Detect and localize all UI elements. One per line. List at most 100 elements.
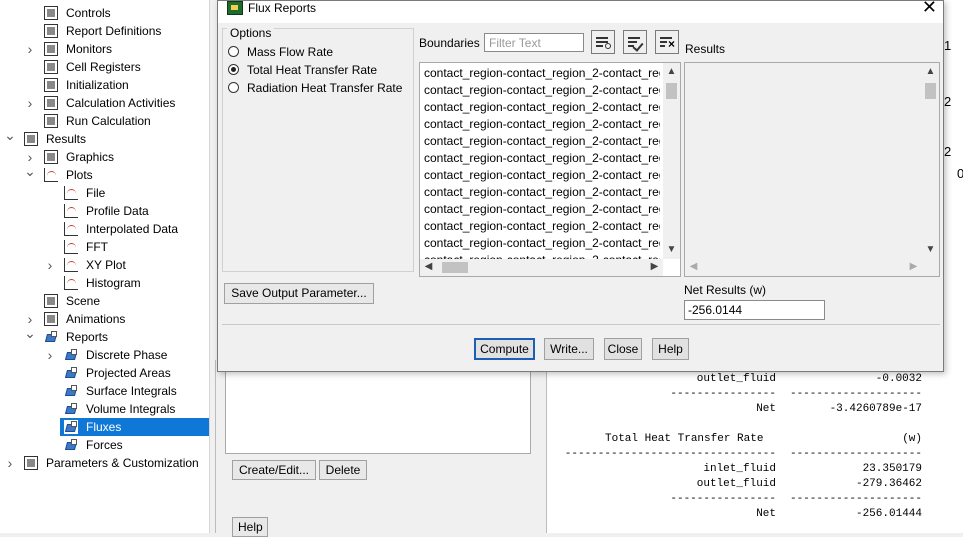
plot-histogram-icon: [64, 276, 78, 290]
help-button[interactable]: Help: [652, 338, 689, 360]
scroll-thumb[interactable]: [442, 262, 468, 273]
close-button[interactable]: Close: [604, 338, 642, 360]
chevron-right-icon[interactable]: ›: [44, 256, 56, 274]
boundary-list-item[interactable]: contact_region-contact_region_2-contact_…: [424, 167, 660, 184]
calculation-activities-icon: [44, 96, 58, 110]
scroll-right-icon[interactable]: ▶: [646, 261, 663, 272]
chevron-down-icon[interactable]: ⌄: [4, 126, 16, 144]
tree-item-cell-registers[interactable]: Cell Registers: [0, 58, 209, 76]
boundaries-label: Boundaries: [419, 36, 480, 50]
taskpage-help-button[interactable]: Help: [232, 517, 268, 537]
plots-icon: [44, 168, 58, 182]
save-output-parameter-button[interactable]: Save Output Parameter...: [224, 283, 374, 304]
chevron-down-icon[interactable]: ⌄: [24, 162, 36, 180]
tree-item-discrete-phase[interactable]: › Discrete Phase: [0, 346, 209, 364]
tree-item-calculation-activities[interactable]: › Calculation Activities: [0, 94, 209, 112]
chevron-right-icon[interactable]: ›: [44, 346, 56, 364]
scroll-left-icon[interactable]: ◀: [420, 261, 437, 272]
close-icon[interactable]: ✕: [922, 0, 937, 16]
tree-item-label: FFT: [86, 240, 108, 254]
boundary-list-item[interactable]: contact_region-contact_region_2-contact_…: [424, 116, 660, 133]
results-list[interactable]: ▲ ▼ ◀ ▶: [684, 62, 940, 277]
tree-item-monitors[interactable]: › Monitors: [0, 40, 209, 58]
run-calculation-icon: [44, 114, 58, 128]
tree-item-plots[interactable]: ⌄ Plots: [0, 163, 209, 184]
tree-item-controls[interactable]: Controls: [0, 4, 209, 22]
boundary-list-item[interactable]: contact_region-contact_region_2-contact_…: [424, 65, 660, 82]
results-vertical-scrollbar[interactable]: ▲ ▼: [922, 63, 939, 259]
tree-item-fluxes[interactable]: Fluxes: [60, 418, 209, 436]
scroll-down-icon[interactable]: ▼: [663, 244, 680, 255]
console-separator: --------------------------------: [564, 448, 776, 460]
boundary-list-item[interactable]: contact_region-contact_region_2-contact_…: [424, 218, 660, 235]
scroll-left-icon[interactable]: ◀: [685, 261, 702, 272]
results-horizontal-scrollbar[interactable]: ◀ ▶: [685, 259, 922, 276]
tree-item-file[interactable]: File: [0, 184, 209, 202]
tree-item-scene[interactable]: Scene: [0, 292, 209, 310]
radio-circle-icon: [228, 64, 239, 75]
chevron-right-icon[interactable]: ›: [4, 454, 16, 472]
tree-item-label: Surface Integrals: [86, 384, 177, 398]
tree-item-label: Reports: [66, 330, 109, 344]
tree-item-label: Plots: [66, 168, 93, 182]
boundary-list-item[interactable]: contact_region-contact_region_2-contact_…: [424, 150, 660, 167]
tree-item-surface-integrals[interactable]: Surface Integrals: [0, 382, 209, 400]
delete-button[interactable]: Delete: [319, 460, 367, 480]
report-list[interactable]: [225, 368, 531, 454]
chevron-right-icon[interactable]: ›: [24, 94, 36, 112]
boundary-list-item[interactable]: contact_region-contact_region_2-contact_…: [424, 82, 660, 99]
write-button[interactable]: Write...: [544, 338, 594, 360]
dialog-titlebar[interactable]: Flux Reports ✕: [218, 0, 943, 23]
tree-item-fft[interactable]: FFT: [0, 238, 209, 256]
dialog-title: Flux Reports: [248, 1, 317, 15]
console-separator: ----------------: [670, 493, 776, 505]
boundary-list-item[interactable]: contact_region-contact_region_2-contact_…: [424, 184, 660, 201]
chevron-down-icon[interactable]: ⌄: [24, 324, 36, 342]
scroll-up-icon[interactable]: ▲: [922, 66, 939, 77]
boundaries-vertical-scrollbar[interactable]: ▲ ▼: [663, 63, 680, 259]
console[interactable]: outlet_fluid -0.0032 ---------------- -----…: [546, 360, 963, 533]
net-results-field[interactable]: -256.0144: [684, 300, 825, 320]
controls-icon: [44, 6, 58, 20]
tree-item-run-calculation[interactable]: Run Calculation: [0, 112, 209, 130]
tree-item-projected-areas[interactable]: Projected Areas: [0, 364, 209, 382]
boundary-list-item[interactable]: contact_region-contact_region_2-contact_…: [424, 201, 660, 218]
tree-item-label: Run Calculation: [66, 114, 151, 128]
create-edit-button[interactable]: Create/Edit...: [232, 460, 316, 480]
boundary-list-item[interactable]: contact_region-contact_region_2-contact_…: [424, 99, 660, 116]
chevron-right-icon[interactable]: ›: [24, 40, 36, 58]
scroll-right-icon[interactable]: ▶: [905, 261, 922, 272]
tree-item-label: Discrete Phase: [86, 348, 168, 362]
tree-item-xy-plot[interactable]: › XY Plot: [0, 256, 209, 274]
boundary-list-item[interactable]: contact_region-contact_region_2-contact_…: [424, 133, 660, 150]
compute-button[interactable]: Compute: [474, 338, 535, 360]
tree-item-initialization[interactable]: Initialization: [0, 76, 209, 94]
tree-item-label: Scene: [66, 294, 101, 308]
graphics-label: 2: [944, 94, 952, 109]
select-all-button[interactable]: [591, 30, 615, 54]
boundaries-horizontal-scrollbar[interactable]: ◀ ▶: [420, 259, 663, 276]
tree-item-label: Interpolated Data: [86, 222, 179, 236]
boundary-list-item[interactable]: contact_region-contact_region_2-contact_…: [424, 235, 660, 252]
boundaries-list[interactable]: contact_region-contact_region_2-contact_…: [419, 62, 681, 277]
console-zone-name: outlet_fluid: [696, 373, 776, 385]
plot-file-icon: [64, 186, 78, 200]
scroll-up-icon[interactable]: ▲: [663, 66, 680, 77]
select-shown-button[interactable]: [623, 30, 647, 54]
scroll-thumb[interactable]: [925, 83, 936, 99]
tree-item-profile-data[interactable]: Profile Data: [0, 202, 209, 220]
scroll-down-icon[interactable]: ▼: [922, 244, 939, 255]
tree-item-label: Volume Integrals: [86, 402, 176, 416]
tree-item-forces[interactable]: Forces: [0, 436, 209, 454]
tree-item-report-definitions[interactable]: Report Definitions: [0, 22, 209, 40]
scroll-thumb[interactable]: [666, 83, 677, 99]
tree-item-reports[interactable]: ⌄ Reports: [0, 325, 209, 346]
dialog-separator: [222, 324, 940, 325]
tree-item-parameters-customization[interactable]: › Parameters & Customization: [0, 454, 209, 472]
deselect-all-button[interactable]: ×: [655, 30, 679, 54]
tree-item-volume-integrals[interactable]: Volume Integrals: [0, 400, 209, 418]
tree-item-histogram[interactable]: Histogram: [0, 274, 209, 292]
filter-text-input[interactable]: [484, 33, 584, 52]
tree-item-interpolated-data[interactable]: Interpolated Data: [0, 220, 209, 238]
tree-item-results[interactable]: ⌄ Results: [0, 127, 209, 148]
